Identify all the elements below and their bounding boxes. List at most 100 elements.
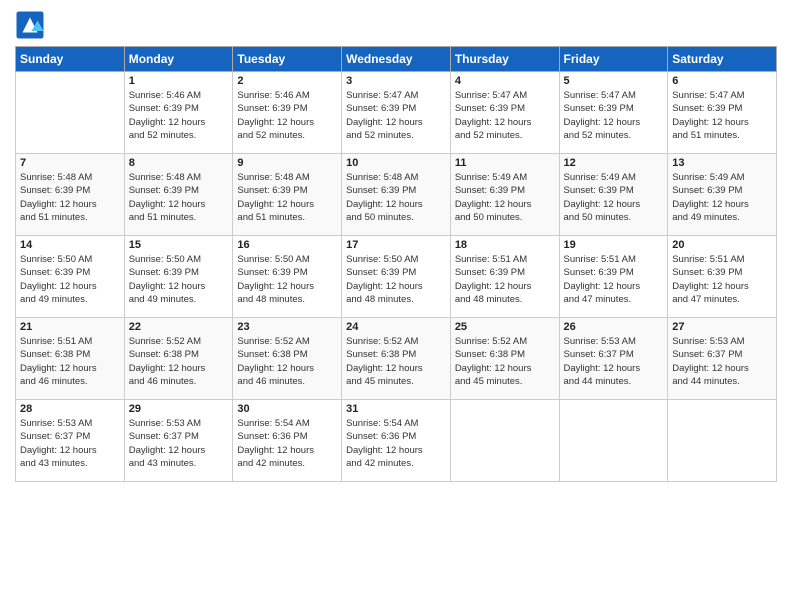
- day-info: Sunrise: 5:54 AM Sunset: 6:36 PM Dayligh…: [346, 417, 446, 470]
- day-info: Sunrise: 5:49 AM Sunset: 6:39 PM Dayligh…: [564, 171, 664, 224]
- calendar-cell: 2 Sunrise: 5:46 AM Sunset: 6:39 PM Daylig…: [233, 72, 342, 154]
- calendar-cell: 24 Sunrise: 5:52 AM Sunset: 6:38 PM Dayli…: [342, 318, 451, 400]
- calendar-cell: 21 Sunrise: 5:51 AM Sunset: 6:38 PM Dayli…: [16, 318, 125, 400]
- calendar-cell: 23 Sunrise: 5:52 AM Sunset: 6:38 PM Dayli…: [233, 318, 342, 400]
- logo: [15, 10, 49, 40]
- day-info: Sunrise: 5:47 AM Sunset: 6:39 PM Dayligh…: [346, 89, 446, 142]
- day-number: 1: [129, 75, 229, 87]
- day-number: 13: [672, 157, 772, 169]
- day-number: 31: [346, 403, 446, 415]
- day-info: Sunrise: 5:48 AM Sunset: 6:39 PM Dayligh…: [20, 171, 120, 224]
- day-number: 24: [346, 321, 446, 333]
- day-info: Sunrise: 5:49 AM Sunset: 6:39 PM Dayligh…: [672, 171, 772, 224]
- header: [15, 10, 777, 40]
- day-info: Sunrise: 5:47 AM Sunset: 6:39 PM Dayligh…: [455, 89, 555, 142]
- day-number: 16: [237, 239, 337, 251]
- day-info: Sunrise: 5:46 AM Sunset: 6:39 PM Dayligh…: [129, 89, 229, 142]
- day-number: 21: [20, 321, 120, 333]
- day-number: 9: [237, 157, 337, 169]
- day-info: Sunrise: 5:48 AM Sunset: 6:39 PM Dayligh…: [129, 171, 229, 224]
- calendar-week-1: 1 Sunrise: 5:46 AM Sunset: 6:39 PM Daylig…: [16, 72, 777, 154]
- day-info: Sunrise: 5:48 AM Sunset: 6:39 PM Dayligh…: [346, 171, 446, 224]
- day-number: 17: [346, 239, 446, 251]
- calendar-cell: 4 Sunrise: 5:47 AM Sunset: 6:39 PM Daylig…: [450, 72, 559, 154]
- day-info: Sunrise: 5:52 AM Sunset: 6:38 PM Dayligh…: [346, 335, 446, 388]
- calendar-cell: 9 Sunrise: 5:48 AM Sunset: 6:39 PM Daylig…: [233, 154, 342, 236]
- day-number: 23: [237, 321, 337, 333]
- calendar-week-2: 7 Sunrise: 5:48 AM Sunset: 6:39 PM Daylig…: [16, 154, 777, 236]
- calendar-cell: 18 Sunrise: 5:51 AM Sunset: 6:39 PM Dayli…: [450, 236, 559, 318]
- calendar-cell: 29 Sunrise: 5:53 AM Sunset: 6:37 PM Dayli…: [124, 400, 233, 482]
- calendar-table: SundayMondayTuesdayWednesdayThursdayFrid…: [15, 46, 777, 482]
- day-number: 27: [672, 321, 772, 333]
- calendar-cell: [16, 72, 125, 154]
- day-number: 5: [564, 75, 664, 87]
- calendar-cell: 20Sunrise: 5:51 AM Sunset: 6:39 PM Dayli…: [668, 236, 777, 318]
- calendar-cell: 19 Sunrise: 5:51 AM Sunset: 6:39 PM Dayli…: [559, 236, 668, 318]
- day-info: Sunrise: 5:51 AM Sunset: 6:39 PM Dayligh…: [564, 253, 664, 306]
- calendar-cell: 31 Sunrise: 5:54 AM Sunset: 6:36 PM Dayli…: [342, 400, 451, 482]
- calendar-cell: 27 Sunrise: 5:53 AM Sunset: 6:37 PM Dayli…: [668, 318, 777, 400]
- calendar-cell: 28Sunrise: 5:53 AM Sunset: 6:37 PM Dayli…: [16, 400, 125, 482]
- day-number: 19: [564, 239, 664, 251]
- day-info: Sunrise: 5:50 AM Sunset: 6:39 PM Dayligh…: [20, 253, 120, 306]
- day-number: 25: [455, 321, 555, 333]
- calendar-cell: [668, 400, 777, 482]
- calendar-week-4: 21 Sunrise: 5:51 AM Sunset: 6:38 PM Dayli…: [16, 318, 777, 400]
- calendar-cell: 25 Sunrise: 5:52 AM Sunset: 6:38 PM Dayli…: [450, 318, 559, 400]
- calendar-header-friday: Friday: [559, 47, 668, 72]
- day-number: 2: [237, 75, 337, 87]
- day-info: Sunrise: 5:52 AM Sunset: 6:38 PM Dayligh…: [455, 335, 555, 388]
- calendar-cell: 17 Sunrise: 5:50 AM Sunset: 6:39 PM Dayli…: [342, 236, 451, 318]
- logo-icon: [15, 10, 45, 40]
- calendar-cell: 11Sunrise: 5:49 AM Sunset: 6:39 PM Dayli…: [450, 154, 559, 236]
- day-number: 12: [564, 157, 664, 169]
- day-info: Sunrise: 5:47 AM Sunset: 6:39 PM Dayligh…: [672, 89, 772, 142]
- calendar-cell: 1 Sunrise: 5:46 AM Sunset: 6:39 PM Daylig…: [124, 72, 233, 154]
- calendar-cell: 6 Sunrise: 5:47 AM Sunset: 6:39 PM Daylig…: [668, 72, 777, 154]
- calendar-week-3: 14 Sunrise: 5:50 AM Sunset: 6:39 PM Dayli…: [16, 236, 777, 318]
- day-info: Sunrise: 5:54 AM Sunset: 6:36 PM Dayligh…: [237, 417, 337, 470]
- calendar-cell: 13 Sunrise: 5:49 AM Sunset: 6:39 PM Dayli…: [668, 154, 777, 236]
- day-number: 28: [20, 403, 120, 415]
- calendar-header-wednesday: Wednesday: [342, 47, 451, 72]
- day-number: 29: [129, 403, 229, 415]
- day-number: 15: [129, 239, 229, 251]
- day-info: Sunrise: 5:52 AM Sunset: 6:38 PM Dayligh…: [129, 335, 229, 388]
- calendar-header-monday: Monday: [124, 47, 233, 72]
- day-number: 14: [20, 239, 120, 251]
- day-info: Sunrise: 5:51 AM Sunset: 6:39 PM Dayligh…: [455, 253, 555, 306]
- day-number: 6: [672, 75, 772, 87]
- day-info: Sunrise: 5:51 AM Sunset: 6:39 PM Dayligh…: [672, 253, 772, 306]
- day-number: 26: [564, 321, 664, 333]
- calendar-header-thursday: Thursday: [450, 47, 559, 72]
- day-info: Sunrise: 5:52 AM Sunset: 6:38 PM Dayligh…: [237, 335, 337, 388]
- day-info: Sunrise: 5:48 AM Sunset: 6:39 PM Dayligh…: [237, 171, 337, 224]
- calendar-cell: 15 Sunrise: 5:50 AM Sunset: 6:39 PM Dayli…: [124, 236, 233, 318]
- day-info: Sunrise: 5:53 AM Sunset: 6:37 PM Dayligh…: [129, 417, 229, 470]
- day-info: Sunrise: 5:53 AM Sunset: 6:37 PM Dayligh…: [672, 335, 772, 388]
- calendar-cell: 3 Sunrise: 5:47 AM Sunset: 6:39 PM Daylig…: [342, 72, 451, 154]
- day-number: 7: [20, 157, 120, 169]
- day-number: 4: [455, 75, 555, 87]
- day-number: 30: [237, 403, 337, 415]
- calendar-cell: 10 Sunrise: 5:48 AM Sunset: 6:39 PM Dayli…: [342, 154, 451, 236]
- day-info: Sunrise: 5:47 AM Sunset: 6:39 PM Dayligh…: [564, 89, 664, 142]
- calendar-header-sunday: Sunday: [16, 47, 125, 72]
- day-info: Sunrise: 5:50 AM Sunset: 6:39 PM Dayligh…: [129, 253, 229, 306]
- calendar-cell: 12 Sunrise: 5:49 AM Sunset: 6:39 PM Dayli…: [559, 154, 668, 236]
- day-info: Sunrise: 5:49 AM Sunset: 6:39 PM Dayligh…: [455, 171, 555, 224]
- day-info: Sunrise: 5:50 AM Sunset: 6:39 PM Dayligh…: [346, 253, 446, 306]
- day-number: 22: [129, 321, 229, 333]
- day-number: 18: [455, 239, 555, 251]
- day-info: Sunrise: 5:46 AM Sunset: 6:39 PM Dayligh…: [237, 89, 337, 142]
- day-info: Sunrise: 5:53 AM Sunset: 6:37 PM Dayligh…: [564, 335, 664, 388]
- calendar-cell: 30 Sunrise: 5:54 AM Sunset: 6:36 PM Dayli…: [233, 400, 342, 482]
- calendar-cell: [450, 400, 559, 482]
- day-info: Sunrise: 5:51 AM Sunset: 6:38 PM Dayligh…: [20, 335, 120, 388]
- day-number: 3: [346, 75, 446, 87]
- day-number: 10: [346, 157, 446, 169]
- calendar-header-saturday: Saturday: [668, 47, 777, 72]
- calendar-cell: 7 Sunrise: 5:48 AM Sunset: 6:39 PM Daylig…: [16, 154, 125, 236]
- calendar-cell: 26 Sunrise: 5:53 AM Sunset: 6:37 PM Dayli…: [559, 318, 668, 400]
